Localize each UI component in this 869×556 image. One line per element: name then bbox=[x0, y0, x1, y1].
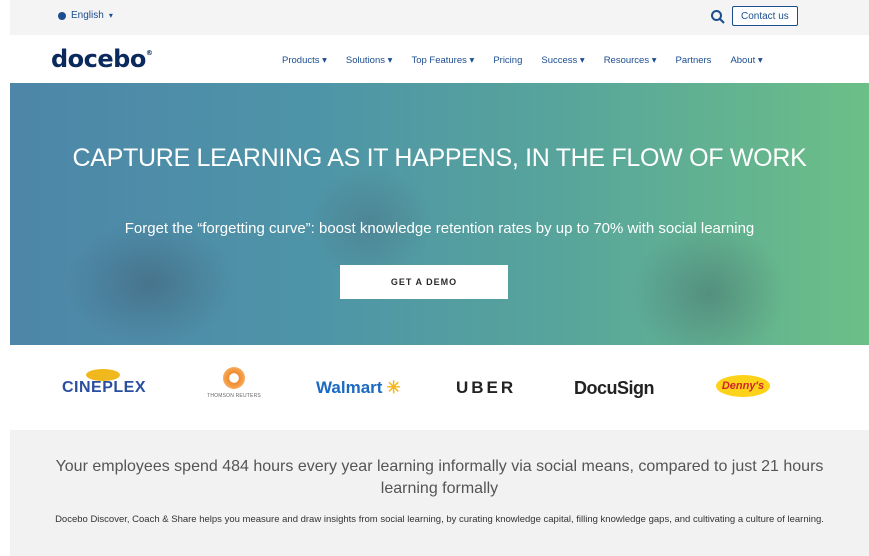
uber-logo: UBER bbox=[456, 378, 517, 397]
nav-item-about[interactable]: About ▾ bbox=[730, 55, 762, 66]
logo-text: docebo bbox=[51, 45, 146, 73]
nav-label: Products bbox=[282, 55, 320, 66]
walmart-logo: Walmart ✳ bbox=[316, 378, 401, 398]
nav-item-resources[interactable]: Resources ▾ bbox=[604, 55, 657, 66]
globe-icon bbox=[58, 11, 66, 20]
cineplex-text: CINEPLEX bbox=[62, 379, 147, 396]
chevron-down-icon: ▾ bbox=[108, 11, 113, 20]
get-a-demo-button[interactable]: GET A DEMO bbox=[340, 265, 508, 299]
nav-menu: Products ▾ Solutions ▾ Top Features ▾ Pr… bbox=[282, 55, 763, 66]
contact-us-button[interactable]: Contact us bbox=[732, 6, 798, 26]
nav-item-solutions[interactable]: Solutions ▾ bbox=[346, 55, 393, 66]
stats-headline: Your employees spend 484 hours every yea… bbox=[55, 458, 824, 497]
stats-section: Your employees spend 484 hours every yea… bbox=[10, 430, 869, 556]
stats-description: Docebo Discover, Coach & Share helps you… bbox=[55, 514, 824, 525]
cineplex-logo: CINEPLEX bbox=[62, 369, 146, 397]
page: English ▾ Contact us docebo® Products ▾ … bbox=[10, 0, 869, 556]
dennys-logo: Denny's bbox=[716, 375, 770, 397]
nav-item-products[interactable]: Products ▾ bbox=[282, 55, 327, 66]
nav-label: Resources bbox=[603, 55, 650, 66]
customer-logos: CINEPLEX THOMSON REUTERS Walmart ✳ UBER … bbox=[10, 345, 869, 430]
thomson-reuters-ring-icon bbox=[223, 367, 245, 389]
walmart-spark-icon: ✳ bbox=[386, 378, 401, 397]
docebo-logo[interactable]: docebo® bbox=[51, 45, 153, 73]
nav-item-partners[interactable]: Partners bbox=[676, 55, 712, 66]
search-icon[interactable] bbox=[710, 9, 726, 25]
language-label: English bbox=[71, 10, 104, 21]
thomson-reuters-logo: THOMSON REUTERS bbox=[199, 367, 269, 399]
nav-label: Success bbox=[541, 55, 578, 66]
nav-label: Top Features bbox=[411, 55, 467, 66]
hero-title: CAPTURE LEARNING AS IT HAPPENS, IN THE F… bbox=[72, 144, 807, 172]
utility-bar: English ▾ Contact us bbox=[10, 0, 869, 35]
hero-subtitle: Forget the “forgetting curve”: boost kno… bbox=[124, 220, 755, 237]
docusign-logo: DocuSign bbox=[574, 378, 655, 398]
thomson-reuters-text: THOMSON REUTERS bbox=[207, 393, 261, 399]
main-nav: docebo® Products ▾ Solutions ▾ Top Featu… bbox=[10, 35, 869, 83]
hero-banner: CAPTURE LEARNING AS IT HAPPENS, IN THE F… bbox=[10, 83, 869, 345]
nav-label: Pricing bbox=[493, 55, 523, 66]
nav-item-success[interactable]: Success ▾ bbox=[541, 55, 584, 66]
nav-item-pricing[interactable]: Pricing bbox=[493, 55, 522, 66]
walmart-text: Walmart bbox=[316, 378, 383, 397]
nav-label: Partners bbox=[675, 55, 712, 66]
nav-label: About bbox=[730, 55, 756, 66]
nav-label: Solutions bbox=[345, 55, 386, 66]
language-selector[interactable]: English ▾ bbox=[58, 10, 113, 21]
logo-mark: ® bbox=[145, 49, 153, 57]
nav-item-top-features[interactable]: Top Features ▾ bbox=[411, 55, 474, 66]
